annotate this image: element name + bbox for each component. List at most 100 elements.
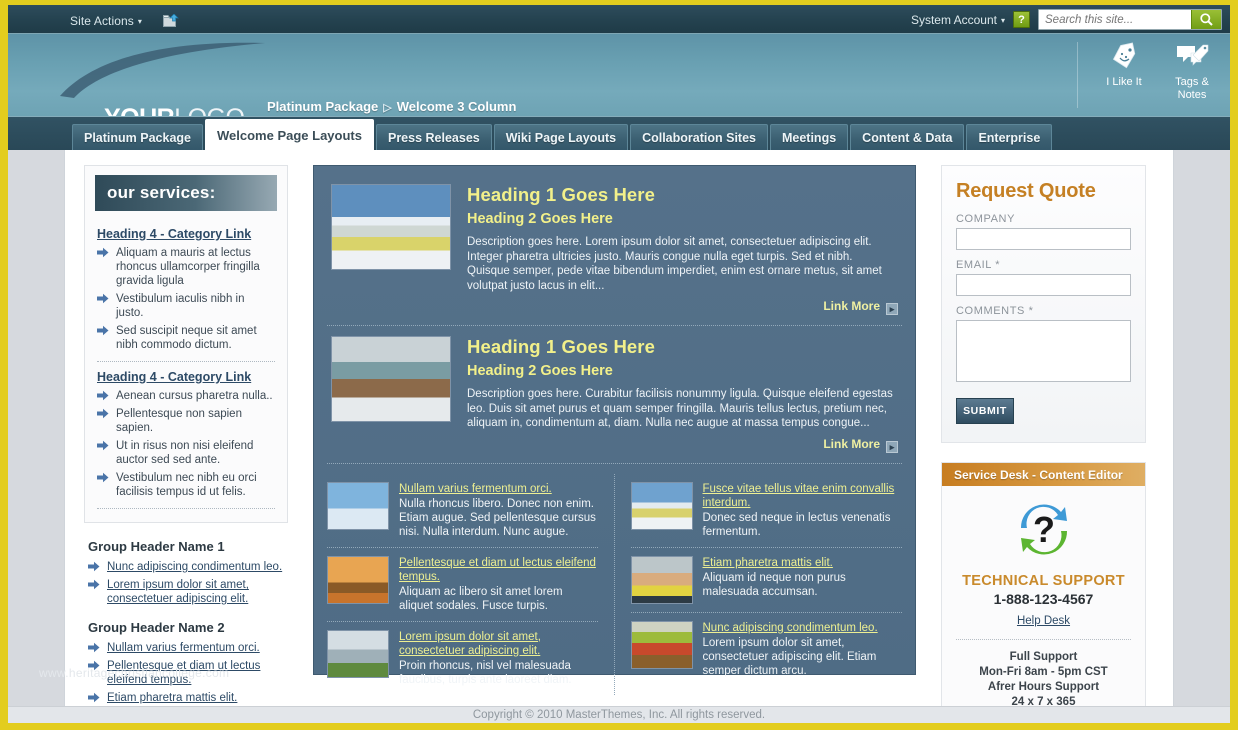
tab-press-releases[interactable]: Press Releases: [376, 124, 492, 151]
page-content-canvas: www.heritagechristiancollege.com our ser…: [64, 150, 1174, 706]
arrow-bullet-icon: [97, 247, 109, 258]
search-input[interactable]: [1039, 10, 1191, 29]
email-input[interactable]: [956, 274, 1131, 296]
group-link[interactable]: Etiam pharetra mattis elit.: [107, 692, 237, 704]
support-hours-line-3: Afrer Hours Support: [954, 680, 1133, 695]
magnifier-icon: [1199, 12, 1214, 27]
group-link[interactable]: Lorem ipsum dolor sit amet, consectetuer…: [107, 579, 249, 605]
list-item: Lorem ipsum dolor sit amet, consectetuer…: [88, 578, 284, 606]
list-item: Sed suscipit neque sit amet nibh commodo…: [97, 324, 275, 352]
breadcrumb-separator-icon: ▷: [383, 102, 391, 114]
breadcrumb: Platinum Package▷Welcome 3 Column: [267, 99, 516, 114]
arrow-bullet-icon: [97, 440, 109, 451]
question-mark-support-icon: ?: [1007, 547, 1081, 564]
site-logo[interactable]: YOURLOGO: [104, 106, 244, 116]
arrow-bullet-icon: [88, 642, 100, 653]
help-button[interactable]: ?: [1013, 11, 1030, 28]
logo-text-light: LOGO: [174, 104, 244, 116]
list-item-text: Aenean cursus pharetra nulla..: [116, 390, 273, 402]
item-thumbnail[interactable]: [631, 621, 693, 669]
group-link[interactable]: Nullam varius fermentum orci.: [107, 642, 260, 654]
list-item: Ut in risus non nisi eleifend auctor sed…: [97, 439, 275, 467]
item-link[interactable]: Etiam pharetra mattis elit.: [703, 556, 903, 570]
arrow-bullet-icon: [88, 642, 100, 653]
logo-swoosh-graphic: [60, 40, 270, 100]
upload-document-icon[interactable]: [163, 14, 179, 28]
arrow-bullet-icon: [97, 325, 109, 336]
tab-label: Collaboration Sites: [642, 131, 756, 145]
right-sidebar: Request Quote COMPANY EMAIL * COMMENTS *…: [941, 165, 1146, 727]
list-item-text: Ut in risus non nisi eleifend auctor sed…: [116, 440, 253, 466]
system-account-label: System Account: [911, 13, 997, 27]
arrow-bullet-icon: [88, 579, 100, 590]
list-item-text: Aliquam a mauris at lectus rhoncus ullam…: [116, 247, 260, 287]
item-thumbnail[interactable]: [327, 630, 389, 678]
item-link[interactable]: Nullam varius fermentum orci.: [399, 482, 598, 496]
tags-and-notes-button[interactable]: Tags & Notes: [1166, 42, 1218, 108]
help-desk-link[interactable]: Help Desk: [1017, 615, 1070, 627]
item-thumbnail[interactable]: [327, 556, 389, 604]
article-heading-1: Heading 1 Goes Here: [467, 184, 898, 206]
support-phone-number: 1-888-123-4567: [954, 591, 1133, 607]
item-thumbnail[interactable]: [631, 482, 693, 530]
item-link[interactable]: Fusce vitae tellus vitae enim convallis …: [703, 482, 903, 510]
list-item-text: Vestibulum iaculis nibh in justo.: [116, 293, 245, 319]
submit-button[interactable]: SUBMIT: [956, 398, 1014, 424]
arrow-bullet-icon: [97, 408, 109, 419]
item-link[interactable]: Pellentesque et diam ut lectus eleifend …: [399, 556, 598, 584]
arrow-bullet-icon: [97, 472, 109, 483]
article-thumbnail[interactable]: [331, 184, 451, 270]
tab-platinum-package[interactable]: Platinum Package: [72, 124, 203, 151]
page-border-bottom: [0, 723, 1238, 730]
svg-text:?: ?: [1033, 509, 1055, 550]
tab-meetings[interactable]: Meetings: [770, 124, 848, 151]
category-link[interactable]: Heading 4 - Category Link: [97, 370, 275, 384]
list-item: Fusce vitae tellus vitae enim convallis …: [631, 474, 903, 547]
tab-wiki-page-layouts[interactable]: Wiki Page Layouts: [494, 124, 628, 151]
support-hours-line-1: Full Support: [954, 650, 1133, 665]
category-link[interactable]: Heading 4 - Category Link: [97, 227, 275, 241]
tab-collaboration-sites[interactable]: Collaboration Sites: [630, 124, 768, 151]
breadcrumb-parent[interactable]: Platinum Package: [267, 99, 378, 114]
item-link[interactable]: Lorem ipsum dolor sit amet, consectetuer…: [399, 630, 598, 658]
list-item: Aenean cursus pharetra nulla..: [97, 389, 275, 403]
tab-content-data[interactable]: Content & Data: [850, 124, 964, 151]
list-item: Pellentesque et diam ut lectus eleifend …: [327, 548, 598, 621]
our-services-sections: Heading 4 - Category Link Aliquam a mauri…: [85, 211, 287, 509]
article-thumbnail[interactable]: [331, 336, 451, 422]
company-input[interactable]: [956, 228, 1131, 250]
tab-welcome-page-layouts[interactable]: Welcome Page Layouts: [205, 119, 374, 151]
site-watermark: www.heritagechristiancollege.com: [39, 666, 229, 680]
item-text: Lorem ipsum dolor sit amet, consectetuer…: [399, 630, 598, 687]
arrow-bullet-icon: [97, 247, 109, 258]
i-like-it-label: I Like It: [1106, 76, 1141, 88]
top-ribbon-bar: Site Actions▾ System Account▾ ?: [8, 5, 1230, 34]
list-item: Etiam pharetra mattis elit.: [88, 691, 284, 705]
search-box: [1038, 9, 1222, 30]
support-hours-line-2: Mon-Fri 8am - 5pm CST: [954, 665, 1133, 680]
comments-field-label: COMMENTS *: [956, 305, 1131, 317]
tab-label: Wiki Page Layouts: [506, 131, 616, 145]
article-description: Description goes here. Curabitur facilis…: [467, 387, 898, 431]
page-border-top: [0, 0, 1238, 5]
link-more-arrow-icon: ▸: [886, 303, 898, 315]
item-thumbnail[interactable]: [631, 556, 693, 604]
link-more-button[interactable]: Link More▸: [467, 437, 898, 453]
i-like-it-button[interactable]: I Like It: [1098, 42, 1150, 108]
item-text: Nunc adipiscing condimentum leo.Lorem ip…: [703, 621, 903, 678]
link-more-button[interactable]: Link More▸: [467, 299, 898, 315]
group-link[interactable]: Nunc adipiscing condimentum leo.: [107, 561, 282, 573]
system-account-menu[interactable]: System Account▾: [911, 13, 1005, 27]
arrow-bullet-icon: [88, 692, 100, 703]
item-thumbnail[interactable]: [327, 482, 389, 530]
service-list: Aenean cursus pharetra nulla.. Pellentesq…: [97, 389, 275, 499]
item-link[interactable]: Nunc adipiscing condimentum leo.: [703, 621, 903, 635]
group-link-list: Nunc adipiscing condimentum leo. Lorem ip…: [88, 560, 284, 606]
tab-enterprise[interactable]: Enterprise: [966, 124, 1052, 151]
comments-textarea[interactable]: [956, 320, 1131, 382]
list-item: Pellentesque non sapien sapien.: [97, 407, 275, 435]
site-actions-menu[interactable]: Site Actions▾: [70, 14, 142, 28]
search-submit-button[interactable]: [1191, 9, 1221, 30]
service-desk-body: ? TECHNICAL SUPPORT 1-888-123-4567 Help …: [942, 486, 1145, 726]
news-grid: Nullam varius fermentum orci.Nulla rhonc…: [327, 474, 902, 695]
